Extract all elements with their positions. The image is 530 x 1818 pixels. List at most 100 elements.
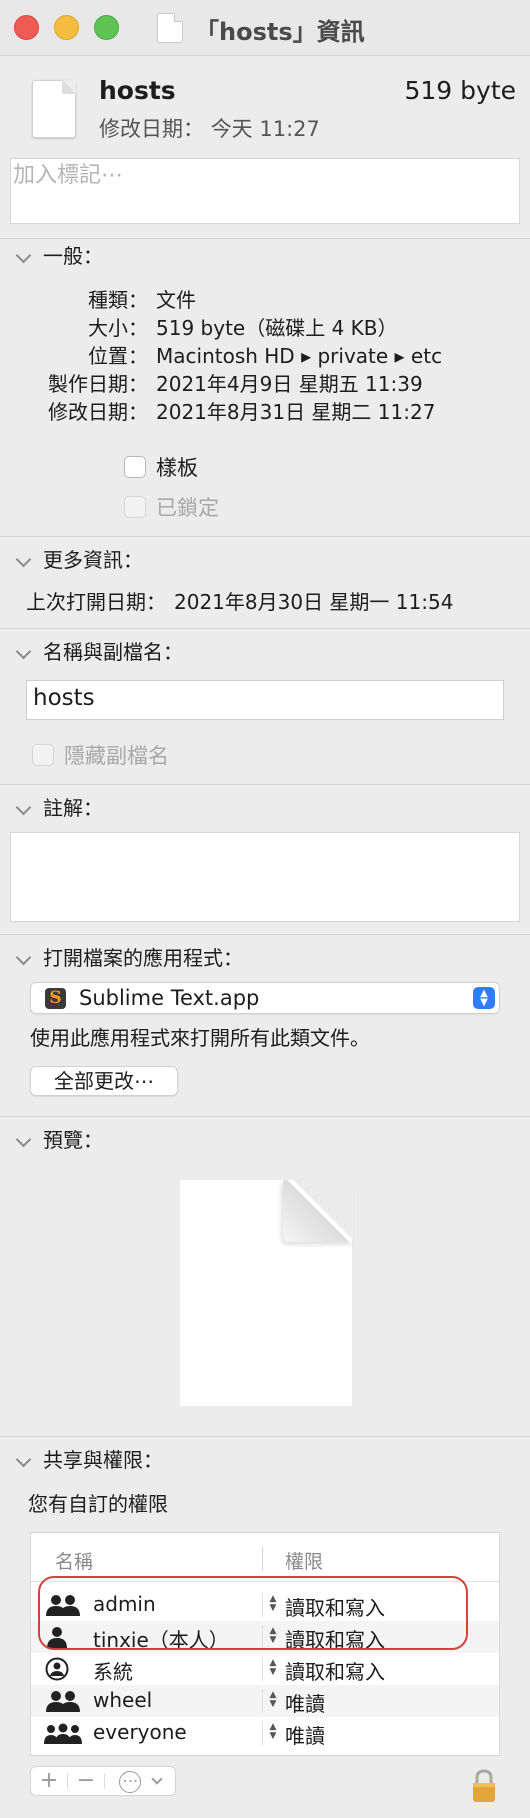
document-fold (283, 1180, 353, 1242)
section-comments-toggle[interactable]: 註解： (14, 792, 103, 821)
filename-input[interactable]: hosts (26, 680, 504, 720)
lock-icon[interactable] (470, 1768, 498, 1804)
divider (0, 628, 530, 629)
zoom-button[interactable] (94, 15, 119, 40)
cell-separator (262, 1689, 263, 1713)
divider (0, 784, 530, 785)
minimize-button[interactable] (54, 15, 79, 40)
permission-row[interactable]: 系統 ▲ ▼ 讀取和寫入 (31, 1653, 499, 1685)
section-more-info-title: 更多資訊： (43, 548, 143, 572)
column-header-privilege[interactable]: 權限 (285, 1547, 323, 1574)
hide-extension-row: 隱藏副檔名 (32, 740, 169, 770)
permission-user-name: everyone (93, 1720, 187, 1744)
section-general-toggle[interactable]: 一般： (14, 240, 103, 269)
permission-row[interactable]: everyone ▲ ▼ 唯讀 (31, 1717, 499, 1749)
chevron-down-icon (15, 799, 32, 816)
section-preview-title: 預覽： (43, 1128, 103, 1152)
created-value: 2021年4月9日 星期五 11:39 (156, 372, 423, 396)
kind-value: 文件 (156, 288, 196, 312)
modified-line: 修改日期： 今天 11:27 (99, 113, 320, 143)
modified-row-value: 2021年8月31日 星期二 11:27 (156, 400, 436, 424)
open-with-app-select[interactable]: S Sublime Text.app ▲ ▼ (30, 982, 500, 1014)
divider (0, 1116, 530, 1117)
tags-input[interactable] (11, 159, 519, 192)
stationery-label: 樣板 (156, 456, 198, 480)
add-user-button[interactable]: + (31, 1767, 67, 1795)
modified-row-label: 修改日期： (48, 400, 148, 424)
comments-textarea[interactable] (10, 832, 520, 922)
file-size: 519 byte (404, 76, 516, 105)
chevron-down-icon (15, 247, 32, 264)
hide-extension-label: 隱藏副檔名 (64, 744, 169, 768)
section-general-title: 一般： (43, 244, 103, 268)
cell-separator (262, 1721, 263, 1745)
action-menu-button[interactable]: ⋯ (105, 1767, 175, 1795)
location-label: 位置： (88, 344, 148, 368)
up-down-arrows-icon: ▲ ▼ (269, 1658, 277, 1677)
last-opened-row: 上次打開日期： 2021年8月30日 星期一 11:54 (26, 586, 453, 615)
cell-separator (262, 1657, 263, 1681)
permission-row[interactable]: wheel ▲ ▼ 唯讀 (31, 1685, 499, 1717)
window-title: 「hosts」資訊 (195, 18, 365, 46)
section-preview-toggle[interactable]: 預覽： (14, 1124, 103, 1153)
chevron-down-icon (150, 1772, 163, 1785)
title-bar: 「hosts」資訊 (0, 0, 530, 56)
kind-label: 種類： (88, 288, 148, 312)
permissions-toolbar: + − ⋯ (30, 1766, 176, 1796)
permission-privilege-select[interactable]: 讀取和寫入 (285, 1656, 385, 1685)
document-icon (157, 13, 183, 43)
divider (0, 934, 530, 935)
kind-row: 種類： 文件 (32, 284, 196, 313)
size-row: 大小： 519 byte（磁碟上 4 KB） (32, 312, 397, 341)
locked-checkbox-row: 已鎖定 (124, 492, 219, 522)
group-icon (46, 1691, 80, 1712)
size-label: 大小： (88, 316, 148, 340)
popup-arrows-icon: ▲ ▼ (473, 987, 495, 1009)
permission-user-name: 系統 (93, 1660, 133, 1684)
use-for-all-text: 使用此應用程式來打開所有此類文件。 (30, 1026, 370, 1050)
section-open-with-title: 打開檔案的應用程式： (43, 946, 243, 970)
section-more-info-toggle[interactable]: 更多資訊： (14, 544, 143, 573)
permission-privilege-select[interactable]: 唯讀 (285, 1720, 325, 1749)
locked-label: 已鎖定 (156, 496, 219, 520)
locked-checkbox (124, 496, 146, 518)
annotation-highlight (38, 1576, 468, 1650)
modified-label: 修改日期： (99, 117, 204, 141)
sublime-text-icon: S (45, 988, 66, 1009)
divider (0, 1436, 530, 1437)
stationery-checkbox-row[interactable]: 樣板 (124, 452, 198, 482)
modified-row: 修改日期： 2021年8月31日 星期二 11:27 (32, 396, 435, 425)
section-sharing-title: 共享與權限： (43, 1448, 163, 1472)
chevron-down-icon (15, 643, 32, 660)
close-button[interactable] (14, 15, 39, 40)
size-value: 519 byte（磁碟上 4 KB） (156, 316, 398, 340)
up-down-arrows-icon: ▲ ▼ (269, 1690, 277, 1709)
column-separator (262, 1547, 263, 1571)
location-row: 位置： Macintosh HD ▸ private ▸ etc (32, 340, 442, 369)
created-label: 製作日期： (48, 372, 148, 396)
remove-user-button[interactable]: − (68, 1767, 104, 1795)
tags-field-container (10, 158, 520, 224)
section-comments-title: 註解： (43, 796, 103, 820)
change-all-button[interactable]: 全部更改⋯ (30, 1066, 178, 1096)
section-sharing-toggle[interactable]: 共享與權限： (14, 1444, 163, 1473)
chevron-down-icon (15, 1451, 32, 1468)
stationery-checkbox[interactable] (124, 456, 146, 478)
custom-permissions-text: 您有自訂的權限 (28, 1492, 168, 1516)
section-name-ext-title: 名稱與副檔名： (43, 640, 183, 664)
section-open-with-toggle[interactable]: 打開檔案的應用程式： (14, 942, 243, 971)
column-header-name[interactable]: 名稱 (55, 1547, 93, 1574)
created-row: 製作日期： 2021年4月9日 星期五 11:39 (32, 368, 423, 397)
chevron-down-icon (15, 1131, 32, 1148)
divider (0, 238, 530, 239)
last-opened-label: 上次打開日期： (26, 590, 166, 614)
ellipsis-circle-icon: ⋯ (119, 1770, 142, 1793)
section-name-ext-toggle[interactable]: 名稱與副檔名： (14, 636, 183, 665)
modified-value: 今天 11:27 (210, 117, 320, 141)
file-name: hosts (99, 76, 176, 105)
divider (0, 536, 530, 537)
system-user-icon (45, 1657, 69, 1681)
chevron-down-icon (15, 949, 32, 966)
permission-privilege-select[interactable]: 唯讀 (285, 1688, 325, 1717)
permission-user-name: wheel (93, 1688, 153, 1712)
